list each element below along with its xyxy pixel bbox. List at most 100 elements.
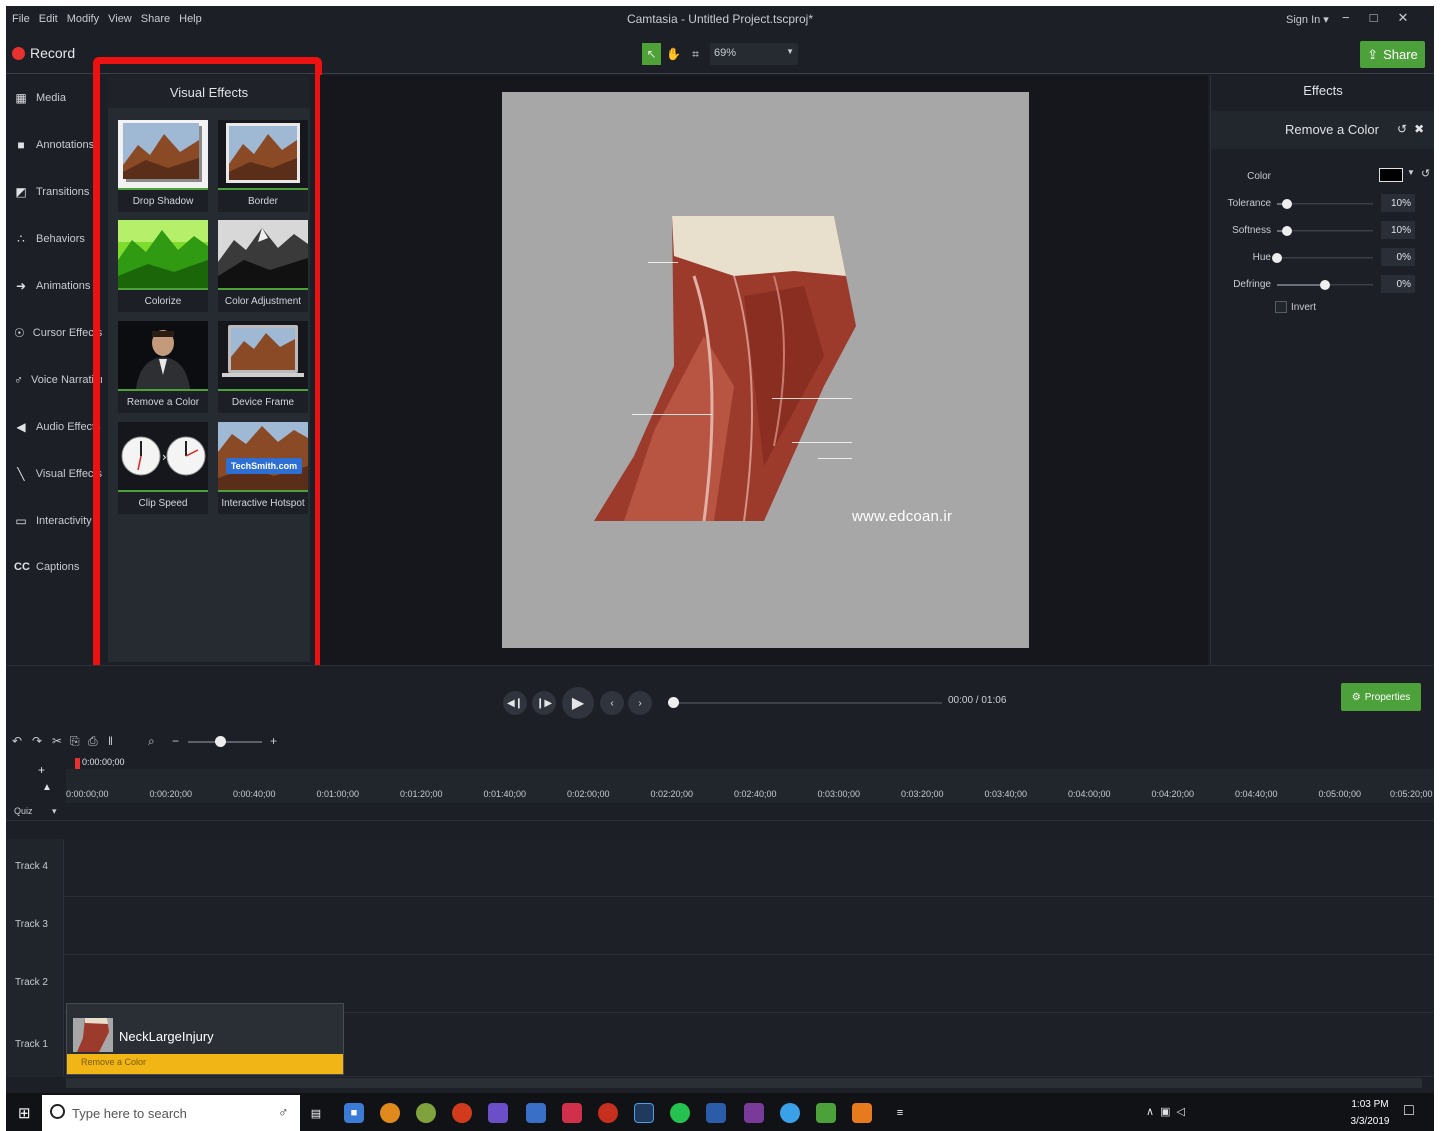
sidebar-item-voice-narration[interactable]: ♂ Voice Narration <box>14 373 102 387</box>
photoshop-icon[interactable] <box>634 1103 654 1123</box>
maximize-icon[interactable]: □ <box>1370 10 1378 26</box>
step-forward-icon[interactable]: ❙▶ <box>532 691 556 715</box>
tolerance-value[interactable]: 10% <box>1381 194 1415 212</box>
winrar-icon[interactable] <box>744 1103 764 1123</box>
collapse-icon[interactable]: ▲ <box>42 782 62 793</box>
app-icon[interactable] <box>526 1103 546 1123</box>
menu-share[interactable]: Share <box>141 13 170 25</box>
sidebar-item-visual-effects[interactable]: ╲ Visual Effects <box>14 467 102 481</box>
sidebar-item-behaviors[interactable]: ∴ Behaviors <box>14 232 102 246</box>
previous-marker-icon[interactable]: ‹ <box>600 691 624 715</box>
sidebar-item-cursor-effects[interactable]: ☉ Cursor Effects <box>14 326 102 340</box>
add-track-icon[interactable]: + <box>38 763 58 777</box>
share-button[interactable]: ⇪ Share <box>1360 41 1425 68</box>
app-icon[interactable] <box>416 1103 436 1123</box>
quiz-label[interactable]: Quiz <box>14 806 33 816</box>
search-icon[interactable]: ⌕ <box>148 734 155 749</box>
sidebar-item-media[interactable]: ▦ Media <box>14 91 102 105</box>
volume-icon[interactable]: ◁ <box>1176 1105 1184 1118</box>
task-view-icon[interactable]: ▤ <box>306 1103 326 1123</box>
effect-device-frame[interactable]: Device Frame <box>218 321 308 413</box>
reset-icon[interactable]: ↺ <box>1397 122 1407 136</box>
next-marker-icon[interactable]: › <box>628 691 652 715</box>
timeline-scrollbar[interactable] <box>66 1078 1422 1088</box>
menu-modify[interactable]: Modify <box>67 13 99 25</box>
playhead[interactable] <box>75 758 80 769</box>
reset-icon[interactable]: ↺ <box>1421 167 1430 180</box>
minimize-icon[interactable]: − <box>1342 10 1350 26</box>
menu-view[interactable]: View <box>108 13 132 25</box>
effect-remove-a-color[interactable]: Remove a Color <box>118 321 208 413</box>
whatsapp-icon[interactable] <box>670 1103 690 1123</box>
effect-interactive-hotspot[interactable]: TechSmith.com Interactive Hotspot <box>218 422 308 514</box>
app-icon[interactable] <box>780 1103 800 1123</box>
cut-icon[interactable]: ✂ <box>52 734 62 748</box>
chrome-icon[interactable] <box>452 1103 472 1123</box>
sidebar-item-animations[interactable]: ➜ Animations <box>14 279 102 293</box>
app-icon[interactable] <box>562 1103 582 1123</box>
sidebar-item-audio-effects[interactable]: ◀ Audio Effects <box>14 420 102 434</box>
system-clock[interactable]: 1:03 PM 3/3/2019 <box>1346 1096 1394 1130</box>
undo-icon[interactable]: ↶ <box>12 734 22 748</box>
crop-tool-icon[interactable]: ⌗ <box>686 43 705 65</box>
sign-in-button[interactable]: Sign In ▾ <box>1286 13 1329 26</box>
zoom-in-icon[interactable]: + <box>270 734 277 748</box>
effect-colorize[interactable]: Colorize <box>118 220 208 312</box>
softness-slider[interactable] <box>1277 226 1373 236</box>
visual-studio-icon[interactable] <box>488 1103 508 1123</box>
step-back-icon[interactable]: ◀❙ <box>503 691 527 715</box>
paste-icon[interactable]: ⎙ <box>88 734 98 749</box>
invert-checkbox[interactable] <box>1275 301 1287 313</box>
effect-color-adjustment[interactable]: Color Adjustment <box>218 220 308 312</box>
slider-handle[interactable] <box>1320 280 1330 290</box>
notification-icon[interactable]: □ <box>1404 1102 1414 1120</box>
scrub-handle[interactable] <box>668 697 679 708</box>
sidebar-item-captions[interactable]: CC Captions <box>14 561 102 573</box>
zoom-select[interactable]: 69% ▼ <box>710 43 798 65</box>
effect-drop-shadow[interactable]: Drop Shadow <box>118 120 208 212</box>
taskbar-search[interactable]: Type here to search ♂ <box>42 1095 300 1131</box>
zoom-out-icon[interactable]: − <box>172 734 179 748</box>
sidebar-item-interactivity[interactable]: ▭ Interactivity <box>14 514 102 528</box>
track-4[interactable]: Track 4 <box>6 839 1434 897</box>
slider-handle[interactable] <box>1281 226 1292 236</box>
video-canvas[interactable]: www.edcoan.ir <box>502 92 1029 648</box>
microphone-icon[interactable]: ♂ <box>278 1104 289 1120</box>
tolerance-slider[interactable] <box>1277 199 1373 209</box>
file-explorer-icon[interactable]: ■ <box>344 1103 364 1123</box>
hue-slider[interactable] <box>1272 253 1373 263</box>
menu-edit[interactable]: Edit <box>39 13 58 25</box>
copy-icon[interactable]: ⎘ <box>70 734 80 749</box>
close-icon[interactable]: ✕ <box>1397 10 1408 26</box>
properties-button[interactable]: ⚙ Properties <box>1341 683 1421 711</box>
select-tool-icon[interactable]: ↖ <box>642 43 661 65</box>
color-swatch[interactable] <box>1379 168 1403 182</box>
scrub-bar[interactable] <box>672 702 942 704</box>
track-3[interactable]: Track 3 <box>6 897 1434 955</box>
vlc-icon[interactable] <box>852 1103 872 1123</box>
windows-start-icon[interactable]: ⊞ <box>18 1104 31 1122</box>
pan-tool-icon[interactable]: ✋ <box>664 43 683 65</box>
media-clip[interactable]: NeckLargeInjury Remove a Color <box>66 1003 344 1075</box>
app-icon[interactable]: ≡ <box>890 1103 910 1123</box>
remove-effect-icon[interactable]: ✖ <box>1414 122 1424 136</box>
chevron-down-icon[interactable]: ▾ <box>52 806 57 817</box>
split-icon[interactable]: ‖ <box>108 734 113 748</box>
powerpoint-icon[interactable] <box>598 1103 618 1123</box>
play-icon[interactable]: ▶ <box>562 687 594 719</box>
clip-effect-bar[interactable]: Remove a Color <box>67 1054 343 1074</box>
defringe-value[interactable]: 0% <box>1381 275 1415 293</box>
slider-handle[interactable] <box>1281 199 1292 209</box>
effect-border[interactable]: Border <box>218 120 308 212</box>
network-icon[interactable]: ▣ <box>1160 1105 1170 1118</box>
firefox-icon[interactable] <box>380 1103 400 1123</box>
chevron-up-icon[interactable]: ∧ <box>1146 1105 1154 1118</box>
timeline-ruler[interactable]: + ▲ 0:00:00;00 0:00:00;00 0:00:20;00 0:00:… <box>6 755 1434 803</box>
chevron-down-icon[interactable]: ▼ <box>1407 168 1415 177</box>
defringe-slider[interactable] <box>1277 280 1373 290</box>
word-icon[interactable] <box>706 1103 726 1123</box>
camtasia-icon[interactable] <box>816 1103 836 1123</box>
slider-handle[interactable] <box>1272 253 1282 263</box>
hue-value[interactable]: 0% <box>1381 248 1415 266</box>
record-button[interactable]: Record <box>12 45 75 61</box>
